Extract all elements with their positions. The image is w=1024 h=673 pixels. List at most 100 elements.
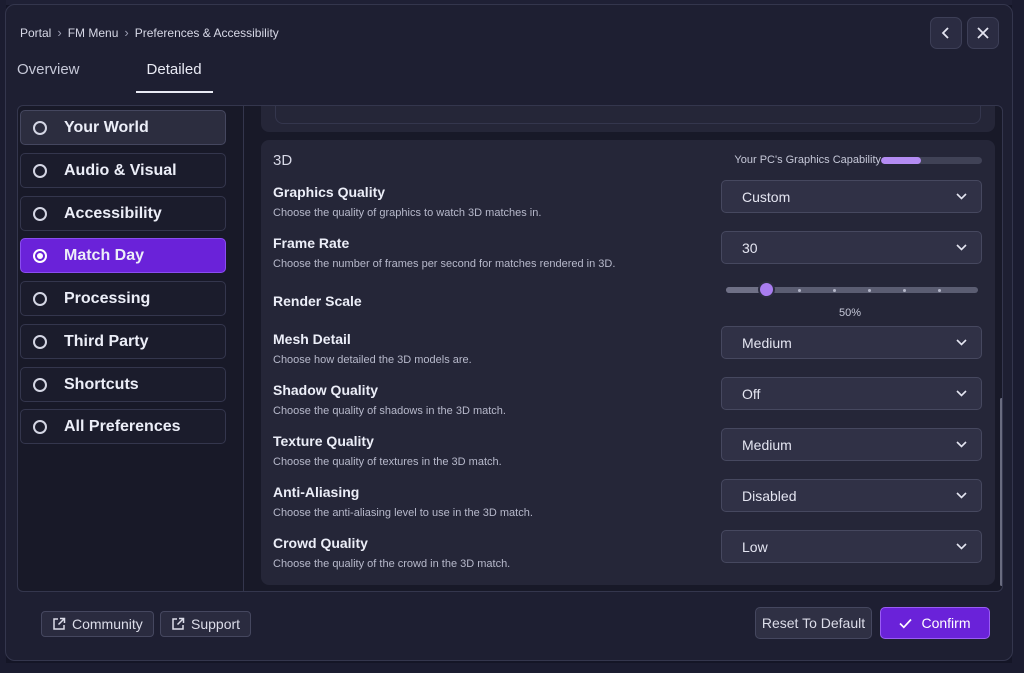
graphics-quality-value: Custom [742,188,791,205]
slider-tick [798,289,801,292]
chevron-down-icon [956,244,967,251]
section-3d-card: 3D Your PC's Graphics Capability Graphic… [261,140,995,585]
support-label: Support [191,616,241,632]
frame-rate-value: 30 [742,239,758,256]
slider-tick [868,289,871,292]
mesh-detail-select[interactable]: Medium [721,326,982,359]
radio-icon [33,377,47,392]
sidebar-item-processing[interactable]: Processing [20,281,226,316]
graphics-quality-select[interactable]: Custom [721,180,982,213]
render-scale-slider-thumb[interactable] [760,283,773,296]
reset-label: Reset To Default [761,615,866,631]
reset-to-default-button[interactable]: Reset To Default [755,607,872,639]
crowd-quality-desc: Choose the quality of the crowd in the 3… [273,558,511,570]
tab-overview[interactable]: Overview [6,55,91,93]
texture-quality-desc: Choose the quality of textures in the 3D… [273,456,502,468]
crowd-quality-title: Crowd Quality [273,535,368,551]
shadow-quality-value: Off [742,385,761,402]
anti-aliasing-value: Disabled [742,487,797,504]
community-label: Community [72,616,143,632]
frame-rate-title: Frame Rate [273,235,350,251]
slider-tick [833,289,836,292]
chevron-down-icon [956,390,967,397]
shadow-quality-desc: Choose the quality of shadows in the 3D … [273,405,506,417]
anti-aliasing-desc: Choose the anti-aliasing level to use in… [273,507,533,519]
graphics-capability-label: Your PC's Graphics Capability [734,154,881,166]
chevron-down-icon [956,193,967,200]
radio-selected-icon [33,248,47,263]
sidebar-item-match-day[interactable]: Match Day [20,238,226,273]
chevron-left-icon [941,27,949,39]
category-sidebar: Your World Audio & Visual Accessibility … [18,106,244,591]
frame-rate-desc: Choose the number of frames per second f… [273,258,616,270]
sidebar-item-label: Your World [64,118,149,136]
texture-quality-select[interactable]: Medium [721,428,982,461]
crowd-quality-select[interactable]: Low [721,530,982,563]
radio-icon [33,334,47,349]
crowd-quality-value: Low [742,538,768,555]
close-icon [977,27,989,39]
confirm-label: Confirm [921,615,971,631]
external-link-icon [172,617,185,630]
radio-icon [33,163,47,178]
sidebar-item-label: Processing [64,289,151,307]
shadow-quality-title: Shadow Quality [273,382,379,398]
section-title: 3D [273,152,293,169]
sidebar-item-third-party[interactable]: Third Party [20,324,226,359]
check-icon [899,618,913,629]
breadcrumb-separator-icon: › [57,25,62,40]
graphics-capability-fill [881,157,922,164]
render-scale-title: Render Scale [273,293,362,309]
breadcrumb-fm-menu[interactable]: FM Menu [68,26,119,40]
sidebar-item-all-preferences[interactable]: All Preferences [20,409,226,444]
render-scale-value: 50% [839,307,862,319]
sidebar-item-label: Third Party [64,332,149,350]
sidebar-item-shortcuts[interactable]: Shortcuts [20,367,226,402]
settings-content: Your World Audio & Visual Accessibility … [17,105,1003,592]
slider-tick [903,289,906,292]
sidebar-item-label: Match Day [64,246,145,264]
preferences-dialog: Portal › FM Menu › Preferences & Accessi… [5,4,1013,661]
radio-icon [33,120,47,135]
background-bottom-strip [0,663,1024,673]
breadcrumb-separator-icon: › [124,25,129,40]
slider-tick [938,289,941,292]
community-button[interactable]: Community [41,611,154,637]
breadcrumb-current: Preferences & Accessibility [134,25,279,40]
chevron-down-icon [956,441,967,448]
render-scale-slider[interactable] [726,283,978,296]
previous-section-field [275,106,981,124]
close-button[interactable] [967,17,999,49]
back-button[interactable] [930,17,962,49]
radio-icon [33,206,47,221]
anti-aliasing-select[interactable]: Disabled [721,479,982,512]
sidebar-item-label: Audio & Visual [64,161,177,179]
graphics-quality-title: Graphics Quality [273,184,386,200]
sidebar-item-your-world[interactable]: Your World [20,110,226,145]
mesh-detail-desc: Choose how detailed the 3D models are. [273,354,472,366]
external-link-icon [53,617,66,630]
content-scrollbar[interactable] [1000,398,1002,586]
mesh-detail-value: Medium [742,334,792,351]
tab-bar: Overview Detailed [6,55,213,93]
chevron-down-icon [956,492,967,499]
chevron-down-icon [956,543,967,550]
radio-icon [33,291,47,306]
sidebar-item-audio-visual[interactable]: Audio & Visual [20,153,226,188]
background-right-strip [1012,0,1024,673]
sidebar-item-label: Accessibility [64,204,162,222]
texture-quality-value: Medium [742,436,792,453]
sidebar-item-accessibility[interactable]: Accessibility [20,196,226,231]
tab-detailed[interactable]: Detailed [135,55,213,93]
confirm-button[interactable]: Confirm [880,607,990,639]
chevron-down-icon [956,339,967,346]
mesh-detail-title: Mesh Detail [273,331,351,347]
support-button[interactable]: Support [160,611,252,637]
graphics-quality-desc: Choose the quality of graphics to watch … [273,207,542,219]
texture-quality-title: Texture Quality [273,433,374,449]
shadow-quality-select[interactable]: Off [721,377,982,410]
graphics-capability-bar [881,157,982,164]
breadcrumb: Portal › FM Menu › Preferences & Accessi… [20,25,279,40]
breadcrumb-portal[interactable]: Portal [20,26,51,40]
frame-rate-select[interactable]: 30 [721,231,982,264]
